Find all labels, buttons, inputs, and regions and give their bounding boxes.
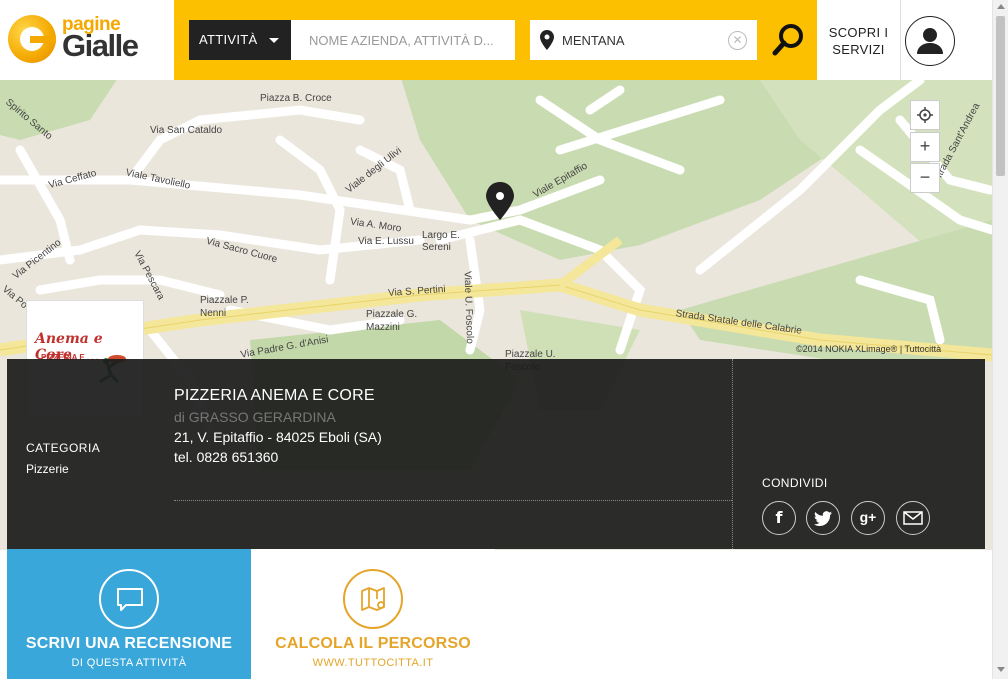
googleplus-icon: g+ xyxy=(859,509,877,525)
googleplus-share-button[interactable]: g+ xyxy=(851,501,885,535)
page-scrollbar[interactable] xyxy=(992,0,1008,679)
map-attribution: ©2014 NOKIA XLimage® | Tuttocittà xyxy=(796,344,942,354)
facebook-icon: f xyxy=(775,508,783,527)
locate-me-button[interactable] xyxy=(910,100,940,130)
calculate-route-button[interactable]: CALCOLA IL PERCORSO WWW.TUTTOCITTA.IT xyxy=(251,549,495,679)
what-search-input[interactable] xyxy=(291,20,515,60)
logo-g-icon xyxy=(8,15,56,63)
map-label: Largo E. Sereni xyxy=(422,230,460,253)
user-account-button[interactable] xyxy=(905,16,955,66)
review-subtitle: DI QUESTA ATTIVITÀ xyxy=(71,657,187,669)
zoom-in-button[interactable]: + xyxy=(910,132,940,162)
business-info-panel: CATEGORIA Pizzerie PIZZERIA ANEMA E CORE… xyxy=(7,359,985,549)
user-icon xyxy=(917,28,943,54)
route-circle xyxy=(343,569,403,629)
where-field[interactable]: ✕ xyxy=(530,20,757,60)
review-circle xyxy=(99,569,159,629)
category-select-value: ATTIVITÀ xyxy=(199,32,258,47)
map-label: Piazzale P. Nenni xyxy=(200,295,249,319)
business-address: 21, V. Epitaffio - 84025 Eboli (SA) xyxy=(174,429,382,445)
where-input[interactable] xyxy=(562,20,722,60)
scrollbar-thumb[interactable] xyxy=(996,16,1005,176)
map-label: Piazzale G. Mazzini xyxy=(366,309,418,333)
search-bar: ATTIVITÀ ✕ xyxy=(174,0,817,80)
map-route-icon xyxy=(361,587,385,611)
category-select[interactable]: ATTIVITÀ xyxy=(189,20,291,60)
map-label: Via E. Lussu xyxy=(358,236,414,247)
route-title: CALCOLA IL PERCORSO xyxy=(275,635,471,652)
business-name: PIZZERIA ANEMA E CORE xyxy=(174,387,375,404)
business-phone[interactable]: tel. 0828 651360 xyxy=(174,449,278,465)
email-icon xyxy=(903,511,923,525)
paginegialle-logo[interactable]: pagine Gialle xyxy=(0,0,174,80)
twitter-share-button[interactable] xyxy=(806,501,840,535)
map-label: Via San Cataldo xyxy=(150,125,223,136)
divider xyxy=(174,500,732,501)
twitter-icon xyxy=(814,511,832,526)
facebook-share-button[interactable]: f xyxy=(762,501,796,535)
search-button[interactable] xyxy=(772,22,806,58)
scroll-up-arrow-icon[interactable] xyxy=(997,4,1005,9)
category-value[interactable]: Pizzerie xyxy=(26,462,69,476)
clear-icon[interactable]: ✕ xyxy=(728,31,747,50)
chevron-down-icon xyxy=(269,38,279,43)
discover-services-link[interactable]: SCOPRI I SERVIZI xyxy=(817,0,901,80)
review-title: SCRIVI UNA RECENSIONE xyxy=(25,635,233,652)
scroll-down-arrow-icon[interactable] xyxy=(997,667,1005,672)
email-share-button[interactable] xyxy=(896,501,930,535)
crosshair-icon xyxy=(917,107,933,123)
map-pin-icon xyxy=(540,30,554,50)
divider xyxy=(732,359,733,549)
zoom-out-button[interactable]: − xyxy=(910,163,940,193)
write-review-button[interactable]: SCRIVI UNA RECENSIONE DI QUESTA ATTIVITÀ xyxy=(7,549,251,679)
search-icon xyxy=(772,24,803,56)
business-owner: di GRASSO GERARDINA xyxy=(174,409,336,425)
logo-big-text: Gialle xyxy=(62,28,139,63)
route-subtitle: WWW.TUTTOCITTA.IT xyxy=(312,657,434,669)
category-label: CATEGORIA xyxy=(26,441,101,455)
discover-line-1: SCOPRI I xyxy=(828,25,889,40)
site-header: pagine Gialle ATTIVITÀ ✕ SCOPRI I SERVIZ… xyxy=(0,0,992,80)
map-label: Piazza B. Croce xyxy=(260,93,332,104)
discover-line-2: SERVIZI xyxy=(832,42,885,57)
share-label: CONDIVIDI xyxy=(762,476,828,490)
speech-bubble-icon xyxy=(117,588,143,611)
